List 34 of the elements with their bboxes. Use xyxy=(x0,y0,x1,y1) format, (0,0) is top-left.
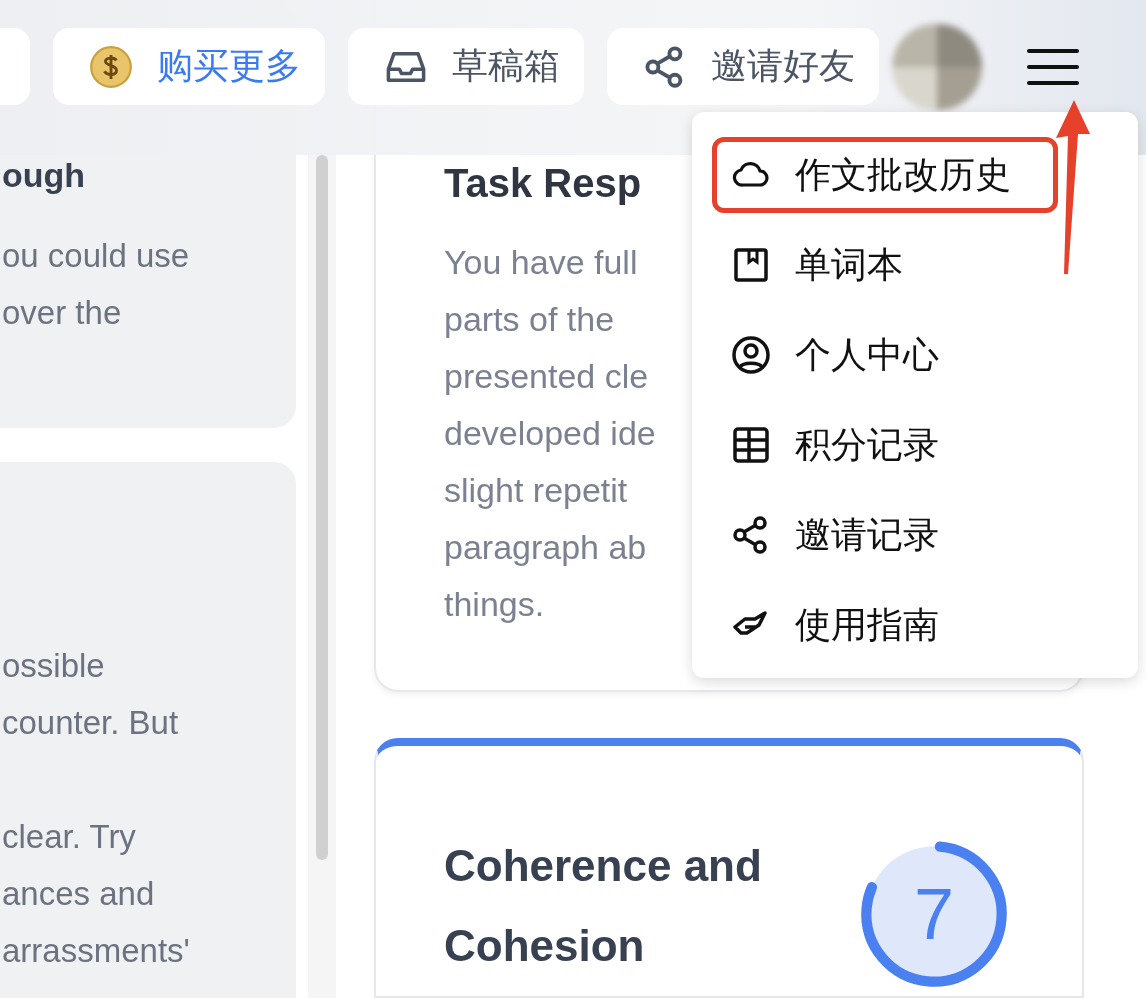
menu-item[interactable]: 邀请记录 xyxy=(712,497,1058,573)
feedback-text: arrassments' xyxy=(2,931,190,971)
feedback-text: ou could use xyxy=(2,236,190,276)
menu-item[interactable]: 单词本 xyxy=(712,227,1058,303)
menu-item[interactable]: 作文批改历史 xyxy=(712,137,1058,213)
coin-icon xyxy=(89,44,133,89)
card-heading: ough xyxy=(2,155,86,196)
feedback-text: parts of the xyxy=(444,299,615,340)
feedback-text: slight repetit xyxy=(444,470,628,511)
feedback-text: things. xyxy=(444,584,545,625)
feedback-text: over the xyxy=(2,293,122,333)
feedback-text: clear. Try xyxy=(2,817,136,857)
table-icon xyxy=(731,425,771,465)
feedback-text: counter. But xyxy=(2,703,179,743)
feedback-text: You have full xyxy=(444,242,638,283)
score-value: 7 xyxy=(912,873,955,956)
bookmark-icon xyxy=(731,245,771,285)
menu-item[interactable]: 个人中心 xyxy=(712,317,1058,393)
avatar[interactable] xyxy=(892,23,982,110)
feedback-text: ossible xyxy=(2,646,105,686)
card-heading: Task Resp xyxy=(444,160,642,207)
feedback-text: ances and xyxy=(2,874,155,914)
menu-icon[interactable] xyxy=(1027,48,1079,85)
feedback-text: presented cle xyxy=(444,356,649,397)
card-heading: Coherence and Cohesion xyxy=(444,840,763,972)
feedback-text: developed ide xyxy=(444,413,656,454)
menu-item[interactable]: 积分记录 xyxy=(712,407,1058,483)
menu-item[interactable]: 使用指南 xyxy=(712,587,1058,663)
user-icon xyxy=(731,335,771,375)
feedback-text: paragraph ab xyxy=(444,527,647,568)
scrollbar[interactable] xyxy=(316,155,328,860)
toolbar-button[interactable]: 草稿箱 xyxy=(348,28,584,105)
toolbar-button[interactable]: 购买更多 xyxy=(53,28,325,105)
toolbar-button[interactable]: 邀请好友 xyxy=(607,28,879,105)
